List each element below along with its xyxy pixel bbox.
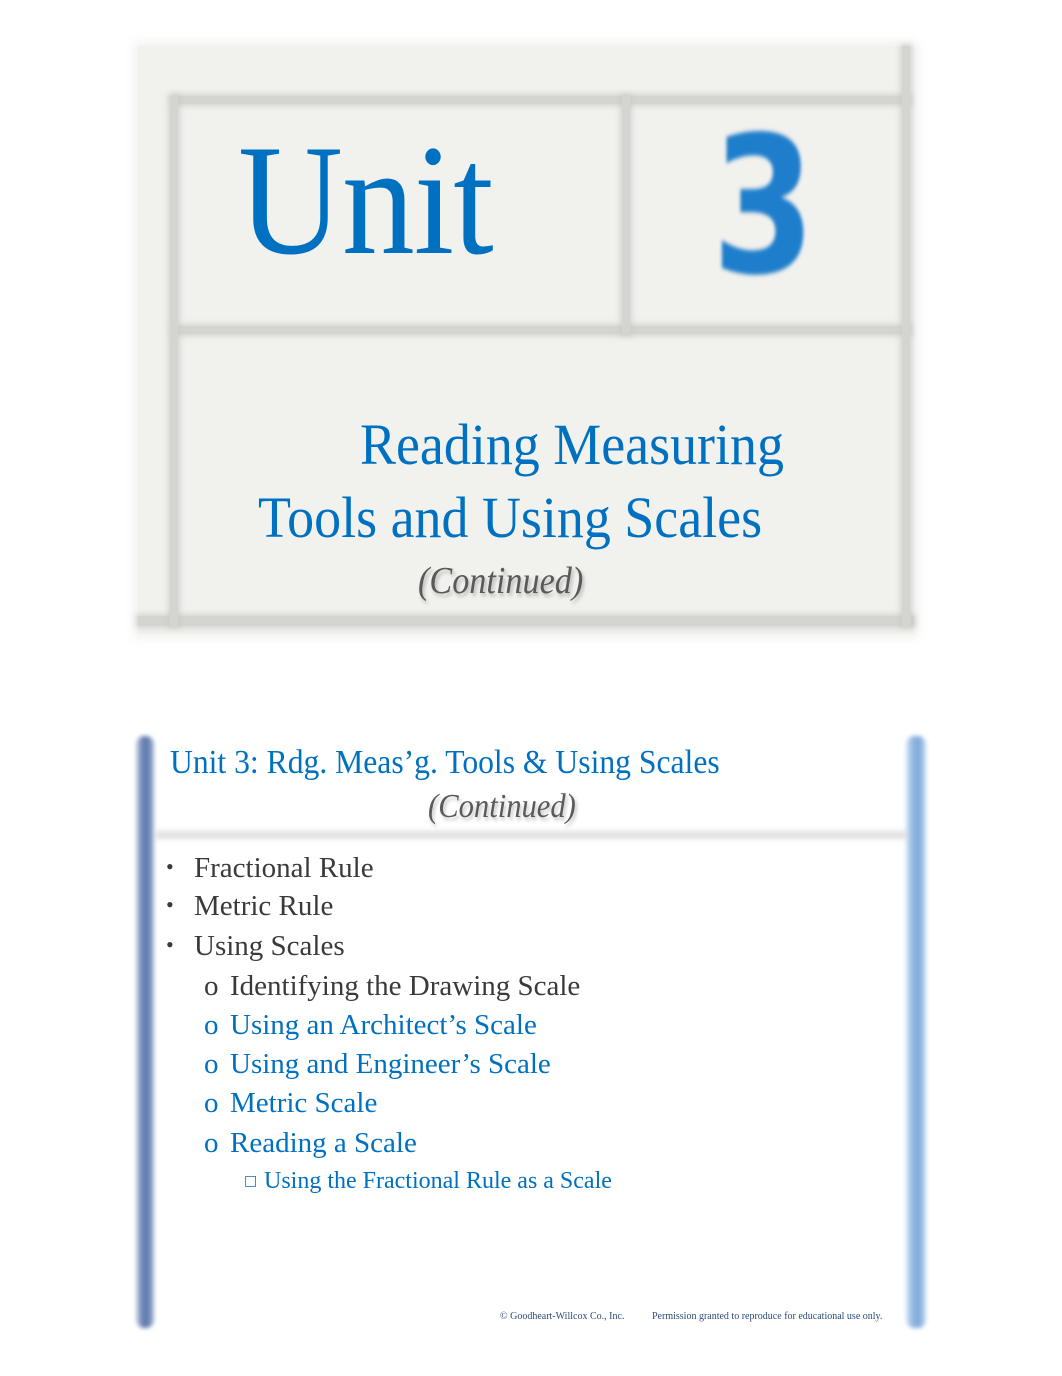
slide-title-line-2: Tools and Using Scales: [258, 485, 763, 550]
continued-label: (Continued): [418, 560, 584, 602]
left-accent-bar: [136, 736, 154, 1328]
bullet-dot-icon: •: [166, 892, 174, 917]
list-item-text: Identifying the Drawing Scale: [230, 970, 581, 1002]
bullet-square-icon: □: [244, 1173, 258, 1189]
list-item-text: Reading a Scale: [230, 1127, 417, 1159]
unit-label: Unit: [238, 113, 494, 288]
right-accent-bar: [906, 736, 926, 1328]
list-item: o Metric Scale: [204, 1089, 377, 1118]
frame-line-right: [902, 46, 910, 626]
list-item: □ Using the Fractional Rule as a Scale: [244, 1169, 612, 1193]
footer-copyright: © Goodheart-Willcox Co., Inc.: [500, 1311, 625, 1322]
list-item-text: Using an Architect’s Scale: [230, 1009, 537, 1041]
list-item: o Identifying the Drawing Scale: [204, 972, 580, 1001]
bullet-circle-icon: o: [204, 1009, 219, 1041]
list-item-text: Using the Fractional Rule as a Scale: [264, 1168, 612, 1194]
list-item-text: Using Scales: [194, 930, 345, 962]
list-item: o Reading a Scale: [204, 1129, 417, 1158]
slide-title-line-1: Reading Measuring: [360, 412, 784, 477]
list-item-text: Metric Rule: [194, 890, 334, 922]
bullet-circle-icon: o: [204, 1087, 219, 1119]
list-item: • Fractional Rule: [166, 854, 374, 883]
bullet-dot-icon: •: [166, 854, 174, 879]
list-item: • Metric Rule: [166, 892, 333, 921]
frame-line-middle: [174, 326, 910, 334]
list-item-text: Fractional Rule: [194, 852, 374, 884]
bullet-circle-icon: o: [204, 1127, 219, 1159]
content-continued-label: (Continued): [428, 788, 576, 825]
frame-line-left: [170, 96, 178, 626]
bullet-circle-icon: o: [204, 970, 219, 1002]
frame-line-divider: [622, 96, 630, 334]
list-item: o Using and Engineer’s Scale: [204, 1050, 551, 1079]
list-item: o Using an Architect’s Scale: [204, 1011, 537, 1040]
header-divider: [156, 828, 906, 842]
bullet-circle-icon: o: [204, 1048, 219, 1080]
unit-number: 3: [712, 96, 816, 317]
list-item-text: Metric Scale: [230, 1087, 378, 1119]
list-item: • Using Scales: [166, 932, 345, 961]
content-slide-title: Unit 3: Rdg. Meas’g. Tools & Using Scale…: [170, 744, 720, 781]
list-item-text: Using and Engineer’s Scale: [230, 1048, 551, 1080]
content-slide: Unit 3: Rdg. Meas’g. Tools & Using Scale…: [136, 736, 932, 1336]
frame-line-bottom: [138, 616, 914, 626]
bullet-dot-icon: •: [166, 932, 174, 957]
footer-permission: Permission granted to reproduce for educ…: [652, 1311, 883, 1322]
